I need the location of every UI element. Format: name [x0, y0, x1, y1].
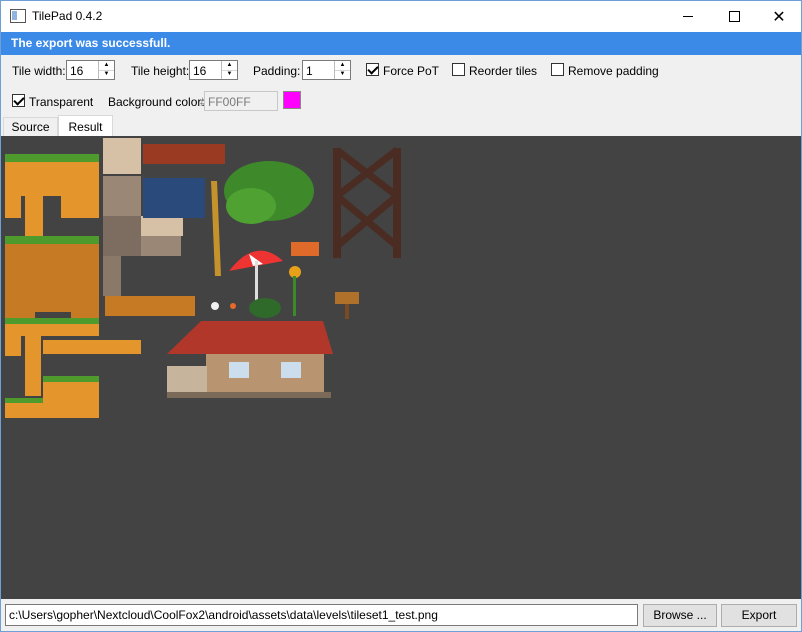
close-button[interactable]: ✕: [756, 1, 802, 32]
house-sprite: [167, 321, 333, 398]
close-icon: ✕: [772, 7, 786, 26]
tile-height-label: Tile height:: [131, 64, 190, 78]
tab-source[interactable]: Source: [3, 117, 58, 136]
tile-width-spinbox[interactable]: 16 ▲ ▼: [66, 60, 115, 80]
padding-spinbox[interactable]: 1 ▲ ▼: [302, 60, 351, 80]
water-tile: [143, 178, 205, 218]
browse-button[interactable]: Browse ...: [643, 604, 717, 627]
beach-umbrella-sprite: [229, 250, 283, 301]
padding-value: 1: [306, 64, 313, 78]
transparent-checkbox[interactable]: [12, 94, 25, 107]
transparent-label[interactable]: Transparent: [29, 95, 93, 109]
tab-bar: Source Result: [1, 115, 801, 137]
background-color-input: FF00FF: [204, 91, 278, 111]
spin-down-icon[interactable]: ▼: [222, 70, 237, 79]
tile-height-spinbox[interactable]: 16 ▲ ▼: [189, 60, 238, 80]
remove-padding-label[interactable]: Remove padding: [568, 64, 659, 78]
app-window: TilePad 0.4.2 ✕ The export was successfu…: [0, 0, 802, 632]
force-pot-label[interactable]: Force PoT: [383, 64, 439, 78]
force-pot-checkbox[interactable]: [366, 63, 379, 76]
tab-result[interactable]: Result: [58, 115, 113, 137]
padding-label: Padding:: [253, 64, 301, 78]
minimize-icon: [683, 16, 693, 17]
remove-padding-checkbox[interactable]: [551, 63, 564, 76]
tile-width-label: Tile width:: [12, 64, 66, 78]
app-window-icon: [10, 9, 26, 23]
scaffold-sprite: [333, 147, 401, 258]
reorder-tiles-checkbox[interactable]: [452, 63, 465, 76]
title-bar: TilePad 0.4.2 ✕: [1, 1, 801, 32]
window-title: TilePad 0.4.2: [32, 9, 103, 23]
export-button[interactable]: Export: [721, 604, 797, 627]
bridge-tile: [143, 144, 225, 164]
options-row-2: Transparent Background color: # FF00FF: [1, 88, 801, 114]
spin-down-icon[interactable]: ▼: [99, 70, 114, 79]
output-path-input[interactable]: c:\Users\gopher\Nextcloud\CoolFox2\andro…: [5, 604, 638, 626]
tileset-preview-image: [5, 138, 401, 418]
reorder-tiles-label[interactable]: Reorder tiles: [469, 64, 537, 78]
maximize-button[interactable]: [711, 1, 757, 32]
sign-post-sprite: [335, 292, 359, 319]
background-color-label: Background color:: [108, 95, 205, 109]
tile-height-value: 16: [193, 64, 207, 78]
beach-chair-sprite: [291, 242, 319, 256]
options-row-1: Tile width: 16 ▲ ▼ Tile height: 16 ▲ ▼ Pad…: [1, 57, 801, 83]
result-canvas: [1, 136, 801, 599]
status-banner: The export was successfull.: [1, 32, 801, 55]
spin-down-icon[interactable]: ▼: [335, 70, 350, 79]
maximize-icon: [728, 11, 740, 22]
tile-width-value: 16: [70, 64, 84, 78]
minimize-button[interactable]: [665, 1, 711, 32]
color-swatch-button[interactable]: [283, 91, 301, 109]
